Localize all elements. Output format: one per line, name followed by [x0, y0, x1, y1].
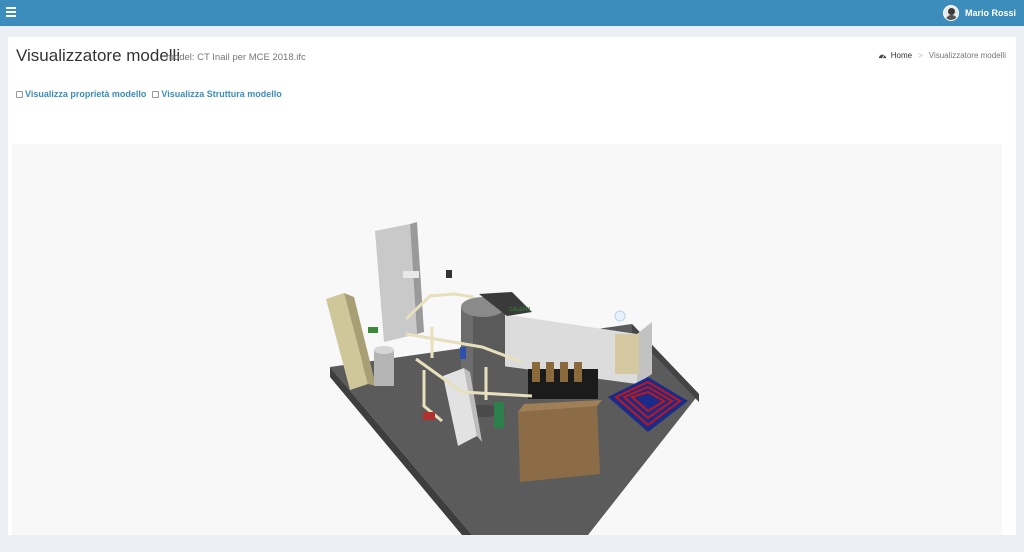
breadcrumb: Home > Visualizzatore modelli	[878, 51, 1006, 60]
viewer-options: Visualizza proprietà modello Visualizza …	[16, 89, 288, 99]
show-properties-label: Visualizza proprietà modello	[25, 89, 147, 99]
menu-toggle-icon[interactable]	[6, 7, 16, 18]
checkbox-icon[interactable]	[16, 90, 23, 98]
model-brand-label: CALEFFI	[509, 307, 531, 313]
user-menu[interactable]: Mario Rossi	[942, 5, 1016, 21]
checkbox-icon[interactable]	[152, 90, 160, 98]
model-viewer-canvas[interactable]: CALEFFI	[12, 144, 1002, 535]
avatar	[942, 5, 959, 21]
dashboard-icon	[878, 54, 886, 59]
3d-model-render[interactable]: CALEFFI	[12, 144, 1002, 535]
show-structure-checkbox[interactable]: Visualizza Struttura modello	[152, 89, 282, 99]
content-panel: Visualizzatore modelli model: CT Inail p…	[8, 37, 1016, 535]
show-properties-checkbox[interactable]: Visualizza proprietà modello	[16, 89, 146, 99]
user-name: Mario Rossi	[964, 8, 1016, 18]
top-navbar: Mario Rossi	[0, 0, 1024, 26]
show-structure-label: Visualizza Struttura modello	[161, 89, 282, 99]
breadcrumb-home-link[interactable]: Home	[891, 51, 912, 60]
page-subtitle: model: CT Inail per MCE 2018.ifc	[166, 52, 306, 63]
breadcrumb-separator: >	[918, 51, 923, 60]
breadcrumb-current: Visualizzatore modelli	[928, 51, 1006, 60]
page-title: Visualizzatore modelli	[16, 46, 181, 65]
